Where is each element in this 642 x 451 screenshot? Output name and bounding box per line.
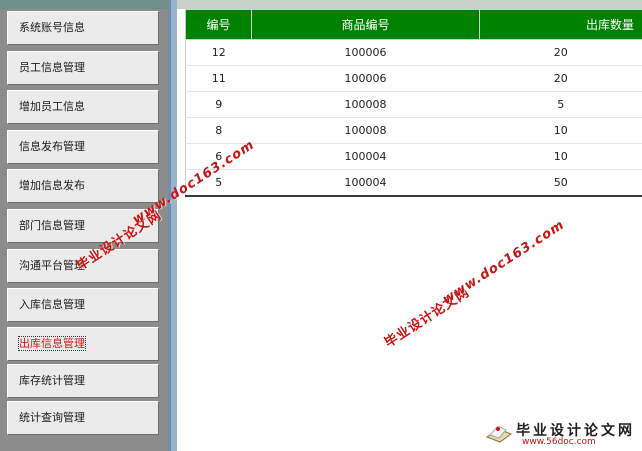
main-content: 编号 商品编号 出库数量 12 100006 20 11 100006 20 9… [177, 0, 642, 451]
table-row[interactable]: 5 100004 50 [185, 169, 642, 197]
sidebar-top-strip [0, 0, 168, 9]
table-row[interactable]: 9 100008 5 [185, 91, 642, 118]
cell-quantity: 10 [479, 117, 642, 144]
cell-product-code: 100004 [251, 143, 480, 170]
sidebar-item-inventory-statistics[interactable]: 库存统计管理 [7, 364, 159, 398]
cell-quantity: 20 [479, 65, 642, 92]
sidebar-item-employee-management[interactable]: 员工信息管理 [7, 51, 159, 85]
sidebar-item-statistics-query[interactable]: 统计查询管理 [7, 401, 159, 435]
column-header-id: 编号 [185, 9, 252, 40]
cell-quantity: 10 [479, 143, 642, 170]
sidebar-item-label: 系统账号信息 [19, 21, 85, 34]
table-row[interactable]: 8 100008 10 [185, 117, 642, 144]
cell-quantity: 20 [479, 39, 642, 66]
sidebar-item-label: 员工信息管理 [19, 61, 85, 74]
sidebar-item-label: 增加员工信息 [19, 100, 85, 113]
sidebar: 系统账号信息 员工信息管理 增加员工信息 信息发布管理 增加信息发布 部门信息管… [0, 0, 168, 451]
table-row[interactable]: 12 100006 20 [185, 39, 642, 66]
logo-url: www.56doc.com [522, 437, 596, 447]
sidebar-item-label: 库存统计管理 [19, 374, 85, 387]
cell-id: 5 [185, 169, 252, 197]
cell-quantity: 5 [479, 91, 642, 118]
sidebar-item-label: 部门信息管理 [19, 219, 85, 232]
table-row[interactable]: 6 100004 10 [185, 143, 642, 170]
table-header-row: 编号 商品编号 出库数量 [185, 9, 642, 40]
column-header-product-code: 商品编号 [251, 9, 480, 40]
sidebar-item-label: 增加信息发布 [19, 179, 85, 192]
sidebar-item-label: 入库信息管理 [19, 298, 85, 311]
stock-out-table: 编号 商品编号 出库数量 12 100006 20 11 100006 20 9… [185, 9, 642, 197]
book-icon [486, 425, 512, 443]
sidebar-item-label: 信息发布管理 [19, 140, 85, 153]
cell-product-code: 100006 [251, 39, 480, 66]
cell-product-code: 100008 [251, 117, 480, 144]
cell-id: 12 [185, 39, 252, 66]
site-logo: 毕业设计论文网 www.56doc.com [486, 420, 638, 448]
column-header-quantity: 出库数量 [479, 9, 642, 40]
sidebar-item-label: 沟通平台管理 [19, 259, 85, 272]
sidebar-item-department-management[interactable]: 部门信息管理 [7, 209, 159, 243]
sidebar-item-publish-management[interactable]: 信息发布管理 [7, 130, 159, 164]
cell-quantity: 50 [479, 169, 642, 197]
table-row[interactable]: 11 100006 20 [185, 65, 642, 92]
cell-id: 6 [185, 143, 252, 170]
sidebar-item-add-publish[interactable]: 增加信息发布 [7, 169, 159, 203]
frame-divider[interactable] [168, 0, 177, 451]
cell-product-code: 100008 [251, 91, 480, 118]
cell-id: 11 [185, 65, 252, 92]
sidebar-item-label: 统计查询管理 [19, 411, 85, 424]
sidebar-item-add-employee[interactable]: 增加员工信息 [7, 90, 159, 124]
frame-divider-edge [168, 0, 171, 451]
cell-id: 9 [185, 91, 252, 118]
cell-product-code: 100004 [251, 169, 480, 197]
sidebar-item-stock-in-management[interactable]: 入库信息管理 [7, 288, 159, 322]
cell-id: 8 [185, 117, 252, 144]
sidebar-item-system-accounts[interactable]: 系统账号信息 [7, 11, 159, 45]
sidebar-item-stock-out-management[interactable]: 出库信息管理 [7, 327, 159, 361]
sidebar-item-label: 出库信息管理 [18, 336, 86, 351]
sidebar-item-communication-management[interactable]: 沟通平台管理 [7, 249, 159, 283]
content-top-strip [177, 0, 642, 9]
cell-product-code: 100006 [251, 65, 480, 92]
